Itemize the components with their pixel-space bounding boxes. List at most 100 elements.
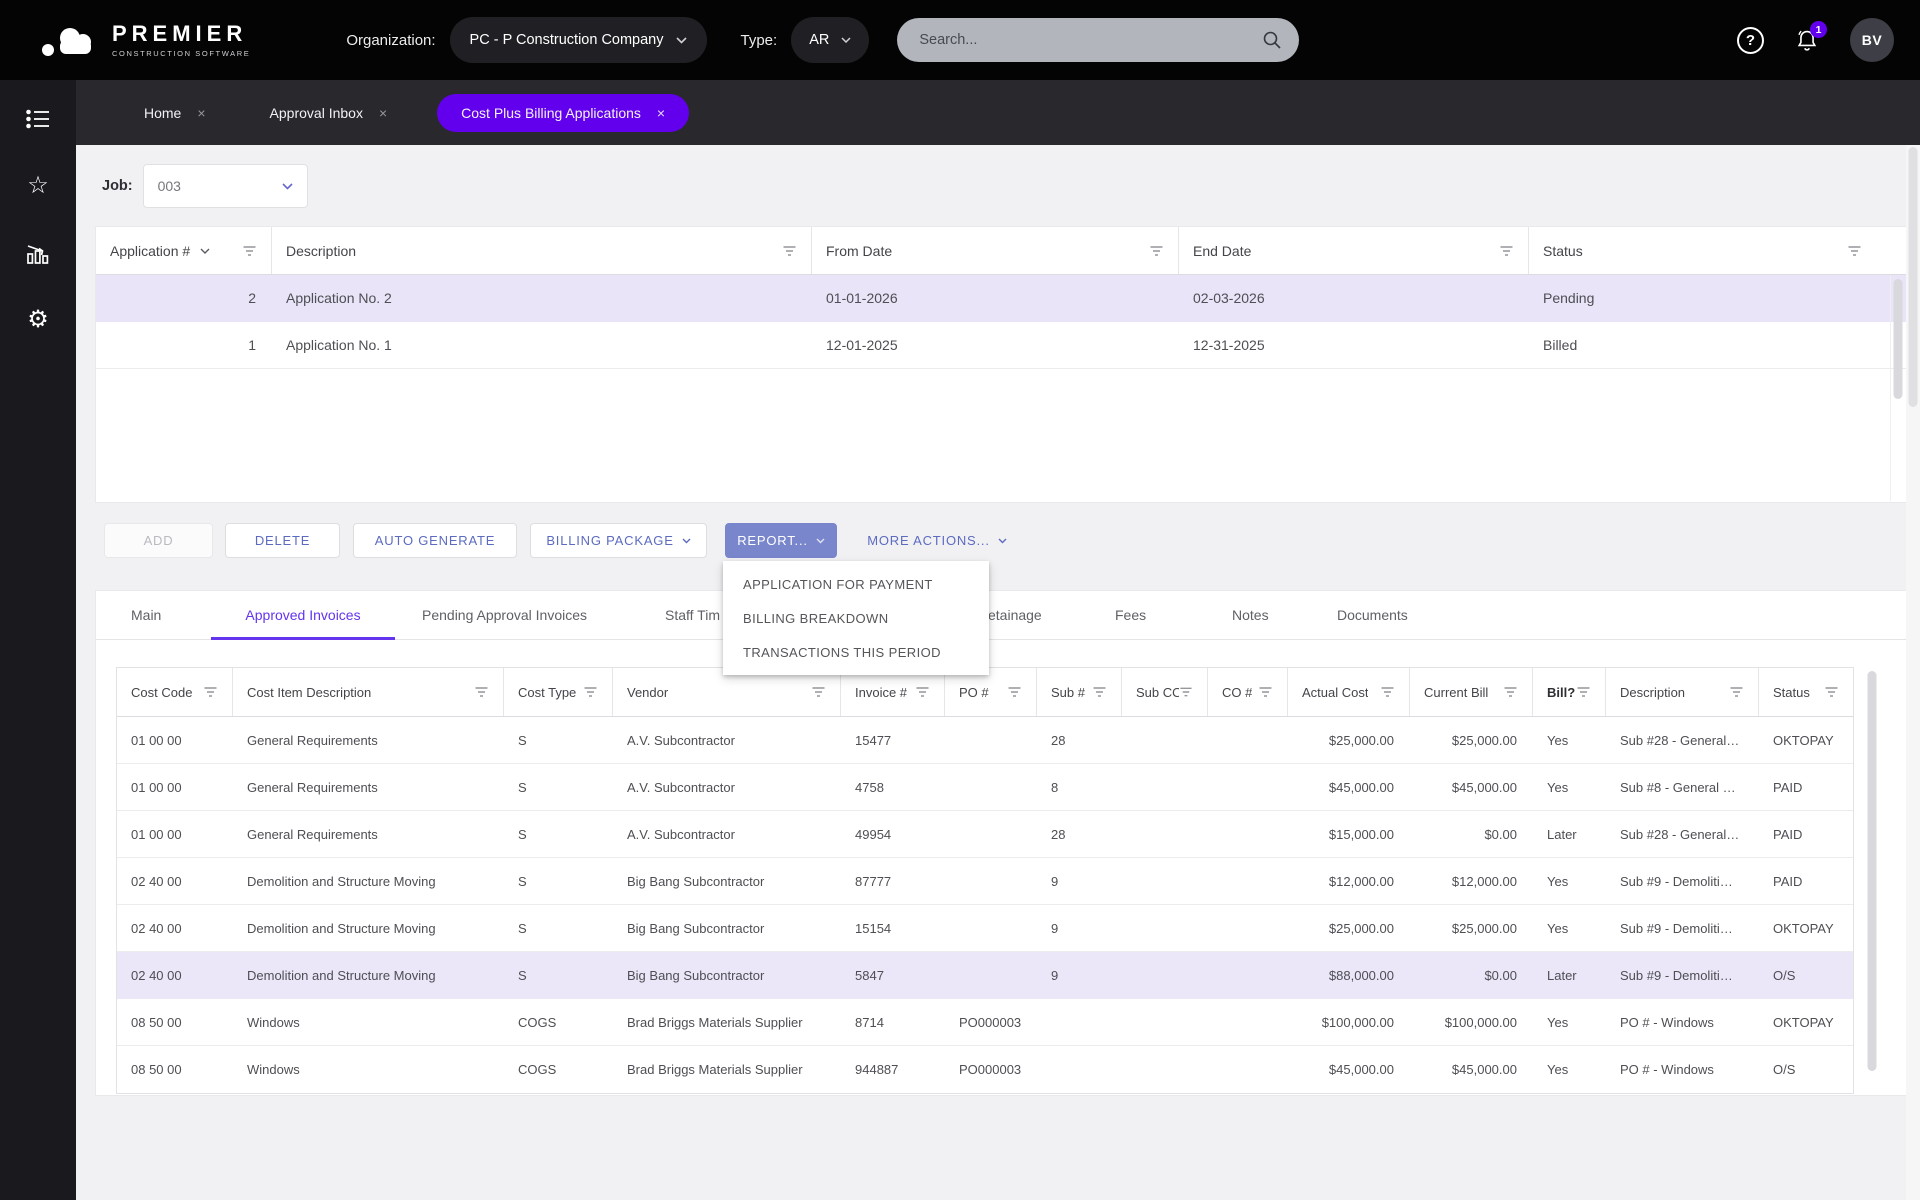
report-button[interactable]: REPORT... xyxy=(725,523,837,558)
filter-icon[interactable] xyxy=(1499,245,1514,257)
column-header-end-date[interactable]: End Date xyxy=(1179,227,1529,274)
table-row[interactable]: 08 50 00WindowsCOGSBrad Briggs Materials… xyxy=(117,999,1853,1046)
column-label: Cost Type xyxy=(518,685,576,700)
filter-icon[interactable] xyxy=(203,686,218,698)
cell-cost-item-description: Demolition and Structure Moving xyxy=(233,952,504,998)
list-icon[interactable] xyxy=(23,104,53,134)
filter-icon[interactable] xyxy=(1824,686,1839,698)
column-header-sub-co[interactable]: Sub CO xyxy=(1122,668,1208,716)
scrollbar-thumb[interactable] xyxy=(1909,147,1918,407)
table-row[interactable]: 01 00 00General RequirementsSA.V. Subcon… xyxy=(117,764,1853,811)
column-header-invoice[interactable]: Invoice # xyxy=(841,668,945,716)
column-header-status[interactable]: Status xyxy=(1529,227,1876,274)
column-header-current-bill[interactable]: Current Bill xyxy=(1410,668,1533,716)
filter-icon[interactable] xyxy=(1380,686,1395,698)
column-header-co[interactable]: CO # xyxy=(1208,668,1288,716)
close-tab-icon[interactable]: × xyxy=(657,105,665,121)
notifications-button[interactable]: 1 xyxy=(1794,27,1820,53)
chevron-down-icon xyxy=(682,538,691,544)
table-row[interactable]: 02 40 00Demolition and Structure MovingS… xyxy=(117,905,1853,952)
table-row[interactable]: 02 40 00Demolition and Structure MovingS… xyxy=(117,858,1853,905)
column-header-application[interactable]: Application # xyxy=(96,227,272,274)
organization-select[interactable]: PC - P Construction Company xyxy=(450,17,707,63)
scrollbar-thumb[interactable] xyxy=(1894,279,1903,399)
tab-approved-invoices[interactable]: Approved Invoices xyxy=(211,591,395,640)
column-header-description[interactable]: Description xyxy=(1606,668,1759,716)
column-header-vendor[interactable]: Vendor xyxy=(613,668,841,716)
filter-icon[interactable] xyxy=(1503,686,1518,698)
filter-icon[interactable] xyxy=(1576,686,1591,698)
menu-item-application-for-payment[interactable]: APPLICATION FOR PAYMENT xyxy=(723,567,989,601)
filter-icon[interactable] xyxy=(583,686,598,698)
tab-fees[interactable]: Fees xyxy=(1115,591,1146,640)
menu-item-transactions-this-period[interactable]: TRANSACTIONS THIS PERIOD xyxy=(723,635,989,669)
gear-icon[interactable]: ⚙ xyxy=(23,305,53,335)
tab-pending-approval-invoices[interactable]: Pending Approval Invoices xyxy=(422,591,587,640)
tab-main[interactable]: Main xyxy=(131,591,161,640)
table-row[interactable]: 08 50 00WindowsCOGSBrad Briggs Materials… xyxy=(117,1046,1853,1093)
column-header-sub[interactable]: Sub # xyxy=(1037,668,1122,716)
scrollbar-thumb[interactable] xyxy=(1868,671,1877,1071)
auto-generate-button[interactable]: AUTO GENERATE xyxy=(353,523,517,558)
column-header-cost-code[interactable]: Cost Code xyxy=(117,668,233,716)
workspace-tab-home[interactable]: Home× xyxy=(130,94,220,132)
cell-application-no: 2 xyxy=(96,275,272,321)
filter-icon[interactable] xyxy=(1847,245,1862,257)
filter-icon[interactable] xyxy=(1007,686,1022,698)
filter-icon[interactable] xyxy=(1258,686,1273,698)
menu-item-billing-breakdown[interactable]: BILLING BREAKDOWN xyxy=(723,601,989,635)
column-header-bill[interactable]: Bill? xyxy=(1533,668,1606,716)
filter-icon[interactable] xyxy=(782,245,797,257)
column-label: Sub CO xyxy=(1136,685,1179,700)
tab-staff-tim[interactable]: Staff Tim xyxy=(665,591,720,640)
filter-icon[interactable] xyxy=(242,245,257,257)
cell-po-no xyxy=(945,905,1037,951)
close-tab-icon[interactable]: × xyxy=(379,105,387,121)
cell-bill: Yes xyxy=(1533,717,1606,763)
filter-icon[interactable] xyxy=(811,686,826,698)
job-select[interactable]: 003 xyxy=(143,164,308,208)
table-row[interactable]: 01 00 00General RequirementsSA.V. Subcon… xyxy=(117,811,1853,858)
column-header-cost-type[interactable]: Cost Type xyxy=(504,668,613,716)
filter-icon[interactable] xyxy=(1149,245,1164,257)
cell-current-bill: $45,000.00 xyxy=(1410,764,1533,810)
column-header-po[interactable]: PO # xyxy=(945,668,1037,716)
cell-description: PO # - Windows xyxy=(1606,999,1759,1045)
workspace-tab-approval-inbox[interactable]: Approval Inbox× xyxy=(256,94,402,132)
search-input[interactable] xyxy=(919,32,1261,48)
tab-notes[interactable]: Notes xyxy=(1232,591,1269,640)
more-actions-button[interactable]: MORE ACTIONS... xyxy=(855,523,1019,558)
cell-actual-cost: $12,000.00 xyxy=(1288,858,1410,904)
filter-icon[interactable] xyxy=(1092,686,1107,698)
table-row[interactable]: 02 40 00Demolition and Structure MovingS… xyxy=(117,952,1853,999)
bar-chart-icon[interactable] xyxy=(23,238,53,268)
tab-etainage[interactable]: etainage xyxy=(988,591,1042,640)
column-header-cost-item-description[interactable]: Cost Item Description xyxy=(233,668,504,716)
column-header-status[interactable]: Status xyxy=(1759,668,1853,716)
cell-co-no xyxy=(1208,905,1288,951)
filter-icon[interactable] xyxy=(1179,686,1193,698)
cell-co-no xyxy=(1208,717,1288,763)
avatar[interactable]: BV xyxy=(1850,18,1894,62)
delete-button[interactable]: DELETE xyxy=(225,523,340,558)
column-header-from-date[interactable]: From Date xyxy=(812,227,1179,274)
type-select[interactable]: AR xyxy=(791,17,869,63)
table-row[interactable]: 2Application No. 201-01-202602-03-2026Pe… xyxy=(96,275,1906,322)
star-icon[interactable]: ☆ xyxy=(23,171,53,201)
cell-cost-type: COGS xyxy=(504,1046,613,1093)
column-header-description[interactable]: Description xyxy=(272,227,812,274)
search-icon[interactable] xyxy=(1261,29,1283,51)
filter-icon[interactable] xyxy=(915,686,930,698)
table-row[interactable]: 1Application No. 112-01-202512-31-2025Bi… xyxy=(96,322,1906,369)
billing-package-button[interactable]: BILLING PACKAGE xyxy=(530,523,707,558)
table-row[interactable]: 01 00 00General RequirementsSA.V. Subcon… xyxy=(117,717,1853,764)
help-icon[interactable]: ? xyxy=(1737,27,1764,54)
tab-documents[interactable]: Documents xyxy=(1337,591,1408,640)
chevron-down-icon xyxy=(676,37,687,44)
close-tab-icon[interactable]: × xyxy=(197,105,205,121)
filter-icon[interactable] xyxy=(474,686,489,698)
cell-vendor: A.V. Subcontractor xyxy=(613,717,841,763)
column-header-actual-cost[interactable]: Actual Cost xyxy=(1288,668,1410,716)
filter-icon[interactable] xyxy=(1729,686,1744,698)
workspace-tab-cost-plus-billing-applications[interactable]: Cost Plus Billing Applications× xyxy=(437,94,689,132)
